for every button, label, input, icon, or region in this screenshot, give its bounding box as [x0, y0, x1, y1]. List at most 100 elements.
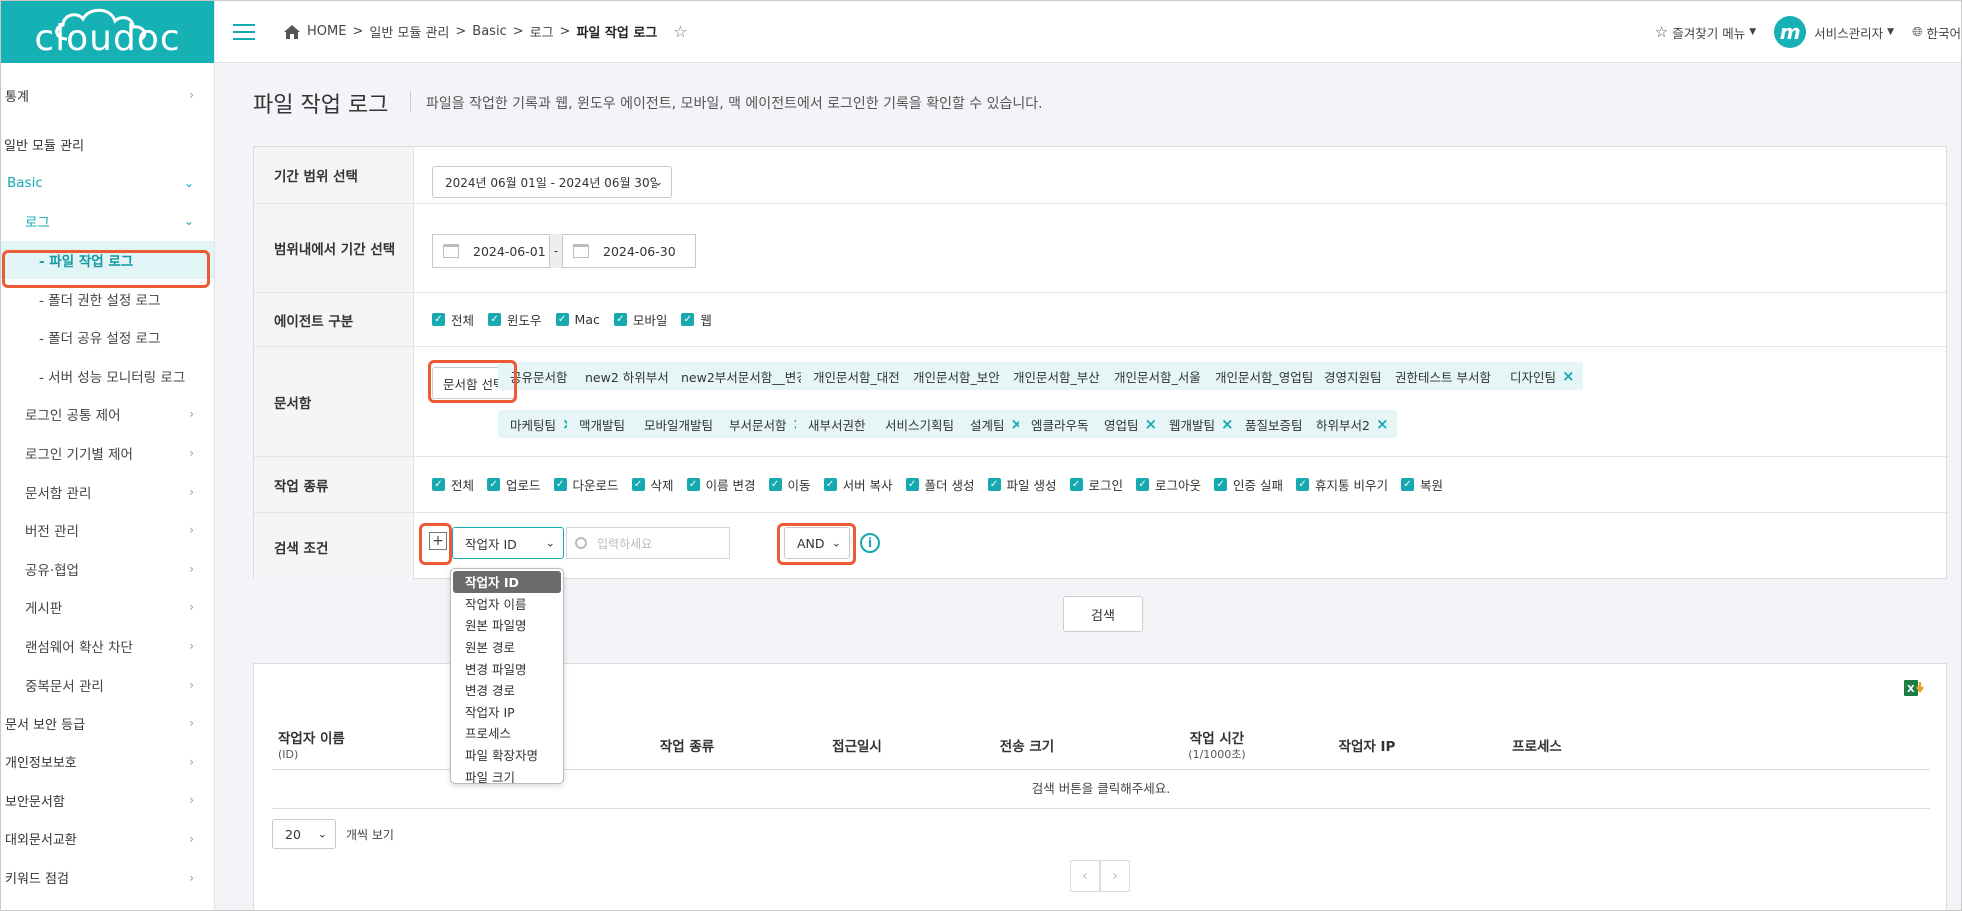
checkbox-item[interactable]: ✓ 전체 — [432, 310, 474, 329]
dropdown-option[interactable]: 작업자 IP — [451, 701, 563, 723]
language-menu[interactable]: 🌐︎ 한국어 — [1912, 23, 1961, 42]
breadcrumb-item[interactable]: 일반 모듈 관리 — [369, 22, 449, 41]
chevron-right-icon: › — [189, 870, 194, 885]
remove-tag-icon[interactable]: × — [1376, 415, 1389, 433]
dropdown-option[interactable]: 원본 경로 — [451, 636, 563, 658]
sidebar-item[interactable]: - 파일 작업 로그 — [1, 240, 214, 280]
caret-down-icon: ▼ — [1749, 27, 1757, 37]
checkbox-item[interactable]: ✓ 업로드 — [487, 475, 541, 494]
search-input[interactable]: 입력하세요 — [566, 527, 730, 559]
sidebar-item-label: 대외문서교환 — [5, 833, 77, 849]
dropdown-option[interactable]: 파일 확장자명 — [451, 744, 563, 766]
checkbox-item[interactable]: ✓ 파일 생성 — [987, 475, 1057, 494]
sidebar-item[interactable]: - 폴더 공유 설정 로그 — [1, 318, 214, 357]
calendar-icon — [573, 244, 589, 258]
checkbox-item[interactable]: ✓ 서버 복사 — [823, 475, 893, 494]
checkbox-item[interactable]: ✓ 폴더 생성 — [905, 475, 975, 494]
sidebar-item[interactable]: 랜섬웨어 확산 차단 › — [1, 627, 214, 666]
docbox-tag: 웹개발팀 × — [1157, 410, 1242, 438]
checkbox-checked-icon: ✓ — [488, 313, 502, 326]
favorites-menu[interactable]: ☆ 즐겨찾기 메뉴 ▼ — [1655, 23, 1756, 42]
sidebar-item[interactable]: 문서함 관리 › — [1, 472, 214, 511]
checkbox-item[interactable]: ✓ 다운로드 — [553, 475, 619, 494]
sidebar-item[interactable]: - 서버 성능 모니터링 로그 — [1, 357, 214, 396]
add-condition-icon[interactable]: + — [429, 532, 447, 550]
dropdown-option[interactable]: 프로세스 — [451, 722, 563, 744]
checkbox-item[interactable]: ✓ 전체 — [432, 475, 474, 494]
user-menu[interactable]: m 서비스관리자 ▼ — [1774, 16, 1894, 48]
sidebar-item[interactable]: 문서 보안 등급 › — [1, 704, 214, 743]
dropdown-option[interactable]: 작업자 ID — [453, 571, 561, 593]
date-to-input[interactable]: 2024-06-30 — [562, 234, 696, 268]
sidebar-item[interactable]: 버전 관리 › — [1, 511, 214, 550]
sidebar-item[interactable]: 일반 모듈 관리 — [1, 125, 214, 164]
dropdown-option[interactable]: 파일 크기 — [451, 765, 563, 783]
cloud-logo-icon — [55, 8, 147, 41]
dropdown-option[interactable]: 작업자 이름 — [451, 593, 563, 615]
sidebar-item[interactable]: 통계 › — [1, 65, 214, 125]
sidebar-item[interactable]: 보안문서함 › — [1, 781, 214, 820]
period-select[interactable]: 2024년 06월 01일 - 2024년 06월 30일 ⌄ — [432, 166, 672, 198]
sidebar-item-label: 키워드 점검 — [5, 872, 69, 888]
sidebar-item[interactable]: 공유·협업 › — [1, 550, 214, 589]
dropdown-option[interactable]: 변경 경로 — [451, 679, 563, 701]
sidebar-item[interactable]: 중복문서 관리 › — [1, 665, 214, 704]
sidebar-item[interactable]: 키워드 점검 › — [1, 858, 214, 897]
checkbox-item[interactable]: ✓ 이름 변경 — [686, 475, 756, 494]
breadcrumb-item[interactable]: Basic — [472, 24, 506, 39]
checkbox-item[interactable]: ✓ 윈도우 — [488, 310, 542, 329]
chevron-right-icon: › — [189, 754, 194, 769]
operator-select[interactable]: AND ⌄ — [784, 527, 850, 559]
sidebar-item[interactable]: 대외문서교환 › — [1, 820, 214, 859]
search-button[interactable]: 검색 — [1063, 596, 1143, 632]
sidebar-item[interactable]: 개인정보보호 › — [1, 743, 214, 782]
checkbox-item[interactable]: ✓ 로그아웃 — [1136, 475, 1201, 494]
excel-download-icon[interactable]: X — [1904, 678, 1926, 698]
sidebar-item-label: 문서함 관리 — [25, 485, 92, 502]
breadcrumb-item[interactable]: 로그 — [530, 22, 554, 41]
sidebar-item-label: 버전 관리 — [25, 524, 79, 541]
dropdown-option[interactable]: 원본 파일명 — [451, 614, 563, 636]
dropdown-option[interactable]: 변경 파일명 — [451, 657, 563, 679]
prev-page-button[interactable]: ‹ — [1070, 860, 1100, 892]
star-icon[interactable]: ☆ — [673, 22, 687, 41]
filter-row-period: 기간 범위 선택 2024년 06월 01일 - 2024년 06월 30일 ⌄ — [254, 147, 1948, 204]
home-icon[interactable] — [283, 24, 301, 40]
next-page-button[interactable]: › — [1100, 860, 1130, 892]
date-separator: - — [550, 234, 562, 268]
checkbox-item[interactable]: ✓ 인증 실패 — [1214, 475, 1283, 494]
sidebar-item[interactable]: 게시판 › — [1, 588, 214, 627]
info-icon[interactable]: i — [860, 533, 880, 553]
checkbox-item[interactable]: ✓ 모바일 — [613, 310, 667, 329]
checkbox-item[interactable]: ✓ 로그인 — [1069, 475, 1123, 494]
checkbox-item[interactable]: ✓ 삭제 — [631, 475, 674, 494]
breadcrumb-item: 파일 작업 로그 — [576, 26, 658, 41]
page-size-select[interactable]: 20 ⌄ — [272, 819, 336, 849]
sidebar-item[interactable]: Basic ⌄ — [1, 164, 214, 203]
hamburger-icon[interactable] — [233, 23, 255, 40]
sidebar-item[interactable]: - 폴더 권한 설정 로그 — [1, 279, 214, 318]
remove-tag-icon[interactable]: × — [1562, 367, 1575, 385]
date-from-input[interactable]: 2024-06-01 — [432, 234, 550, 268]
checkbox-item[interactable]: ✓ 이동 — [768, 475, 811, 494]
remove-tag-icon[interactable]: × — [1221, 415, 1234, 433]
search-field-select[interactable]: 작업자 ID ⌄ — [452, 527, 564, 559]
logo[interactable]: cloudoc — [1, 1, 214, 63]
sidebar-item-label: 게시판 — [25, 601, 63, 618]
breadcrumb-item[interactable]: HOME — [307, 24, 346, 39]
checkbox-checked-icon: ✓ — [432, 313, 445, 326]
sidebar-item-label: 일반 모듈 관리 — [4, 138, 85, 154]
checkbox-item[interactable]: ✓ Mac — [555, 312, 600, 327]
breadcrumb-separator: > — [455, 24, 467, 39]
checkbox-item[interactable]: ✓ 웹 — [681, 310, 712, 329]
sidebar-item[interactable]: 로그인 기기별 제어 › — [1, 434, 214, 473]
remove-tag-icon[interactable]: × — [1145, 415, 1158, 433]
checkbox-checked-icon: ✓ — [1401, 478, 1415, 491]
checkbox-item[interactable]: ✓ 휴지통 비우기 — [1296, 475, 1388, 494]
svg-text:X: X — [1907, 684, 1915, 695]
checkbox-item[interactable]: ✓ 복원 — [1401, 475, 1443, 494]
sidebar-item[interactable]: 로그인 공통 제어 › — [1, 395, 214, 434]
filter-panel: 기간 범위 선택 2024년 06월 01일 - 2024년 06월 30일 ⌄… — [253, 146, 1948, 580]
checkbox-checked-icon: ✓ — [555, 313, 569, 326]
sidebar-item[interactable]: 로그 ⌄ — [1, 202, 214, 241]
